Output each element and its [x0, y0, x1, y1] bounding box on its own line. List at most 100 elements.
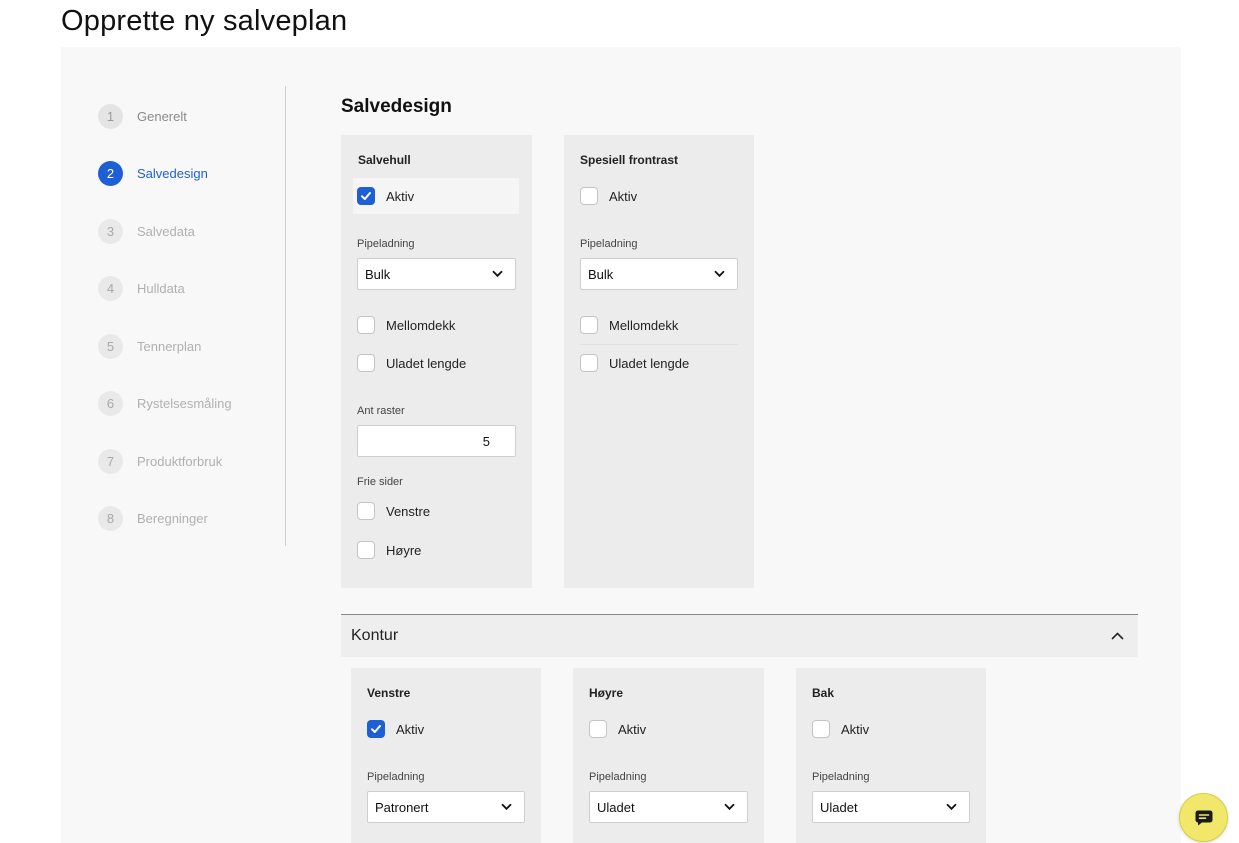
field-label: Pipeladning	[580, 238, 638, 250]
kontur-venstre-card: Venstre Aktiv Pipeladning Patronert	[351, 668, 541, 843]
field-label: Pipeladning	[589, 771, 647, 783]
checkbox-label: Mellomdekk	[386, 317, 456, 333]
kontur-bak-aktiv-checkbox[interactable]: Aktiv	[812, 711, 869, 747]
checkbox	[589, 720, 607, 738]
checkbox-label: Aktiv	[396, 721, 425, 737]
section-title: Salvedesign	[341, 96, 452, 117]
checkbox-label: Aktiv	[618, 721, 647, 737]
kontur-hoyre-aktiv-checkbox[interactable]: Aktiv	[589, 711, 646, 747]
salvehull-pipeladning-select[interactable]: Bulk	[357, 258, 516, 290]
card-title: Spesiell frontrast	[580, 153, 679, 167]
checkbox	[357, 354, 375, 372]
accordion-title: Kontur	[351, 627, 399, 644]
checkbox	[812, 720, 830, 738]
step-label: Beregninger	[137, 510, 208, 526]
stepper-divider	[285, 86, 286, 546]
frontrast-mellomdekk-checkbox[interactable]: Mellomdekk	[580, 307, 678, 343]
checkbox-label: Uladet lengde	[386, 355, 467, 371]
checkbox-label: Aktiv	[841, 721, 870, 737]
step-label: Generelt	[137, 108, 187, 124]
chevron-down-icon	[501, 803, 512, 811]
field-label: Frie sider	[357, 476, 403, 488]
select-value: Uladet	[820, 799, 858, 815]
step-label: Tennerplan	[137, 338, 202, 354]
field-label: Pipeladning	[357, 238, 415, 250]
step-number: 4	[98, 275, 123, 301]
step-salvedata[interactable]: 3 Salvedata	[98, 218, 195, 244]
card-title: Høyre	[589, 686, 624, 700]
card-title: Salvehull	[358, 153, 411, 167]
step-number: 3	[98, 218, 123, 244]
card-title: Venstre	[367, 686, 411, 700]
checkbox	[580, 316, 598, 334]
salvehull-mellomdekk-checkbox[interactable]: Mellomdekk	[357, 307, 455, 343]
frontrast-uladet-lengde-checkbox[interactable]: Uladet lengde	[580, 345, 689, 381]
step-number: 1	[98, 103, 123, 129]
chat-bubble-icon	[1195, 810, 1212, 825]
step-number: 2	[98, 160, 123, 186]
frontrast-pipeladning-select[interactable]: Bulk	[580, 258, 738, 290]
checkbox	[357, 541, 375, 559]
step-number: 7	[98, 448, 123, 474]
page-title: Opprette ny salveplan	[61, 5, 348, 37]
chevron-up-icon	[1111, 632, 1124, 640]
step-tennerplan[interactable]: 5 Tennerplan	[98, 333, 201, 359]
chevron-down-icon	[946, 803, 957, 811]
checkbox-label: Høyre	[386, 542, 422, 558]
select-value: Bulk	[365, 266, 391, 282]
checkbox-label: Uladet lengde	[609, 355, 690, 371]
field-label: Pipeladning	[812, 771, 870, 783]
step-label: Produktforbruk	[137, 453, 223, 469]
ant-raster-input[interactable]: 5	[357, 425, 516, 457]
chat-button[interactable]	[1179, 793, 1228, 842]
chevron-down-icon	[492, 270, 503, 278]
frontrast-card: Spesiell frontrast Aktiv Pipeladning Bul…	[564, 135, 754, 588]
checkbox-label: Aktiv	[609, 188, 638, 204]
chevron-down-icon	[724, 803, 735, 811]
step-produktforbruk[interactable]: 7 Produktforbruk	[98, 448, 222, 474]
checkbox-label: Mellomdekk	[609, 317, 679, 333]
checkbox-label: Venstre	[386, 503, 431, 519]
form-panel: 1 Generelt 2 Salvedesign 3 Salvedata 4 H…	[61, 47, 1181, 843]
step-label: Salvedesign	[137, 165, 208, 181]
kontur-venstre-aktiv-checkbox[interactable]: Aktiv	[367, 711, 424, 747]
card-title: Bak	[812, 686, 835, 700]
select-value: Patronert	[375, 799, 429, 815]
checkbox-label: Aktiv	[386, 188, 415, 204]
frontrast-aktiv-checkbox[interactable]: Aktiv	[580, 178, 637, 214]
step-label: Salvedata	[137, 223, 195, 239]
step-salvedesign[interactable]: 2 Salvedesign	[98, 160, 208, 186]
kontur-accordion-header[interactable]: Kontur	[341, 614, 1138, 657]
salvehull-card: Salvehull Aktiv Pipeladning Bulk Mellomd…	[341, 135, 532, 588]
salvehull-aktiv-checkbox[interactable]: Aktiv	[353, 178, 519, 214]
kontur-bak-card: Bak Aktiv Pipeladning Uladet	[796, 668, 986, 843]
step-number: 5	[98, 333, 123, 359]
step-hulldata[interactable]: 4 Hulldata	[98, 275, 185, 301]
field-label: Ant raster	[357, 405, 405, 417]
frie-sider-venstre-checkbox[interactable]: Venstre	[357, 493, 430, 529]
checkbox	[357, 502, 375, 520]
kontur-venstre-pipeladning-select[interactable]: Patronert	[367, 791, 525, 823]
chevron-down-icon	[714, 270, 725, 278]
salvehull-uladet-lengde-checkbox[interactable]: Uladet lengde	[357, 345, 466, 381]
field-label: Pipeladning	[367, 771, 425, 783]
step-number: 8	[98, 505, 123, 531]
kontur-bak-pipeladning-select[interactable]: Uladet	[812, 791, 970, 823]
checkbox-checked	[367, 720, 385, 738]
select-value: Uladet	[597, 799, 635, 815]
step-rystelsesmaling[interactable]: 6 Rystelsesmåling	[98, 390, 232, 416]
checkbox	[580, 187, 598, 205]
checkbox	[580, 354, 598, 372]
step-beregninger[interactable]: 8 Beregninger	[98, 505, 208, 531]
checkmark-icon	[361, 192, 371, 200]
kontur-hoyre-pipeladning-select[interactable]: Uladet	[589, 791, 748, 823]
step-generelt[interactable]: 1 Generelt	[98, 103, 187, 129]
checkbox-checked	[357, 187, 375, 205]
frie-sider-hoyre-checkbox[interactable]: Høyre	[357, 532, 421, 568]
step-label: Rystelsesmåling	[137, 395, 232, 411]
step-number: 6	[98, 390, 123, 416]
select-value: Bulk	[588, 266, 614, 282]
checkbox	[357, 316, 375, 334]
kontur-hoyre-card: Høyre Aktiv Pipeladning Uladet	[573, 668, 764, 843]
step-label: Hulldata	[137, 280, 185, 296]
